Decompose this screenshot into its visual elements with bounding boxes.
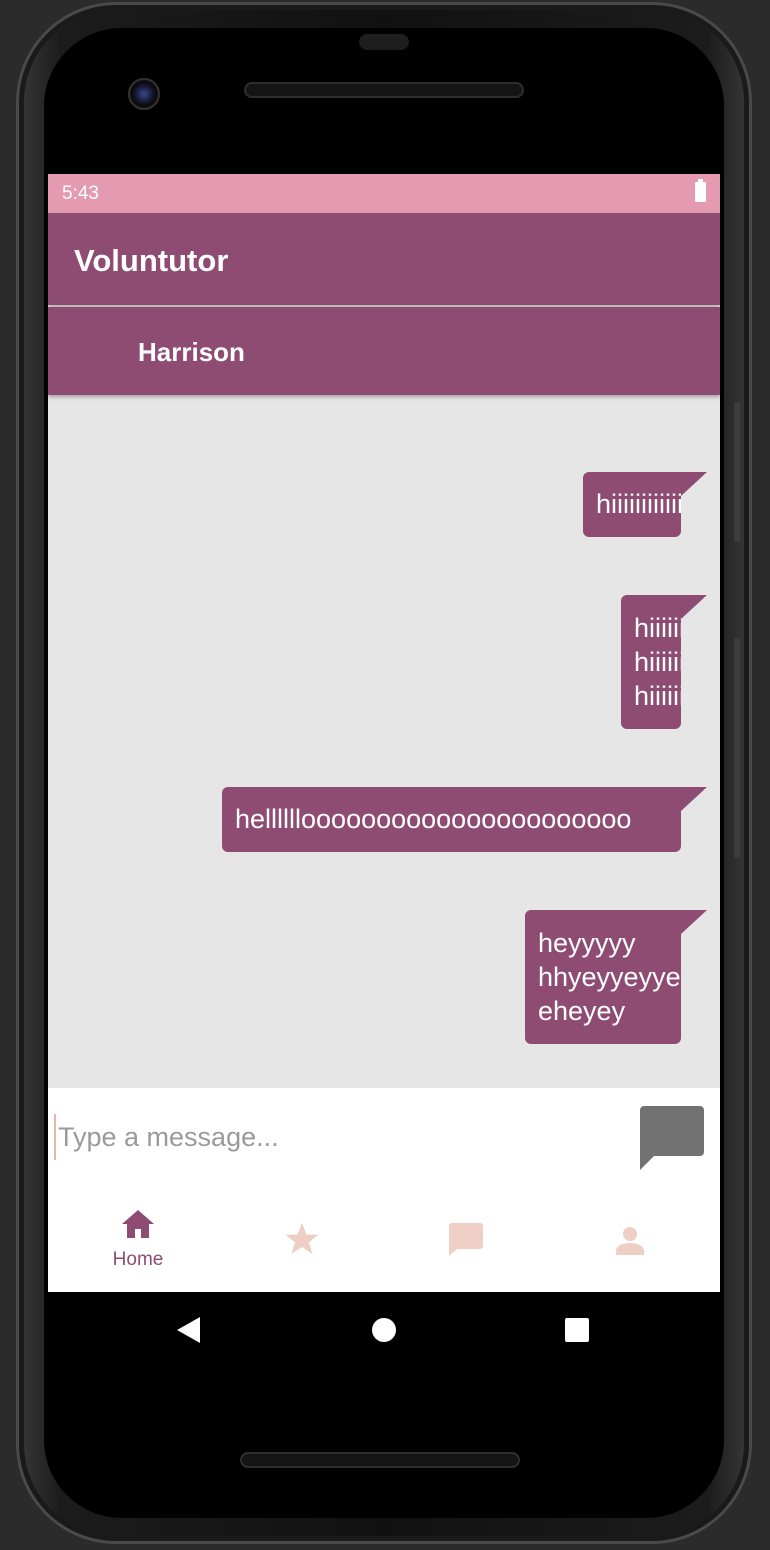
message-line: eheyey (538, 996, 626, 1026)
nav-item-messages[interactable] (384, 1190, 548, 1292)
bubble-tail (681, 910, 707, 934)
bottom-navigation: Home (48, 1190, 720, 1292)
star-icon (285, 1223, 319, 1254)
bubble-tail (681, 595, 707, 619)
message-bubble: helllllloooooooooooooooooooooo (222, 787, 681, 852)
nav-item-profile[interactable] (548, 1190, 712, 1292)
front-camera (128, 78, 160, 110)
bubble-tail (681, 472, 707, 496)
nav-label-home: Home (112, 1249, 164, 1270)
status-bar: 5:43 (48, 174, 720, 213)
bottom-speaker (240, 1452, 520, 1468)
message-bubble: heyyyyy hhyeyyeyyey eheyey (525, 910, 681, 1044)
battery-full-icon (695, 179, 706, 202)
power-button (734, 638, 740, 858)
chat-header: Harrison (48, 307, 720, 395)
earpiece-speaker (244, 82, 524, 98)
send-message-icon (640, 1106, 704, 1170)
volume-button (734, 402, 740, 542)
message-line: hhyeyyeyyey (538, 962, 681, 992)
message-line: heyyyyy (538, 928, 636, 958)
message-line: helllllloooooooooooooooooooooo (235, 804, 632, 834)
message-bubble: hiiiiiiiiiiiiii hiiiiiiiiiiiiii hiiiiiii… (621, 595, 681, 729)
message-line: hiiiiiiiiiiiiii (634, 681, 681, 711)
system-navigation-bar (48, 1292, 720, 1368)
contact-name: Harrison (138, 337, 245, 367)
app-bar: Voluntutor (48, 213, 720, 305)
app-title: Voluntutor (74, 243, 229, 278)
message-line: hiiiiiiiiiiii (596, 489, 681, 519)
send-button[interactable] (638, 1104, 706, 1172)
nav-item-favorites[interactable] (220, 1190, 384, 1292)
bubble-tail (681, 787, 707, 811)
message-input[interactable] (54, 1114, 620, 1160)
person-icon (616, 1227, 644, 1255)
chat-icon (449, 1223, 483, 1256)
message-line: hiiiiiiiiiiiiii (634, 613, 681, 643)
message-list[interactable]: hiiiiiiiiiiii hiiiiiiiiiiiiii hiiiiiiiii… (48, 395, 720, 1088)
message-bubble: hiiiiiiiiiiii (583, 472, 681, 537)
back-icon[interactable] (176, 1316, 202, 1344)
message-line: hiiiiiiiiiiiiii (634, 647, 681, 677)
recents-icon[interactable] (565, 1318, 589, 1342)
message-composer (48, 1088, 720, 1190)
status-time: 5:43 (62, 183, 99, 204)
home-icon (122, 1210, 154, 1238)
home-circle-icon[interactable] (371, 1317, 397, 1343)
proximity-sensor (359, 34, 409, 50)
nav-item-home[interactable]: Home (56, 1190, 220, 1292)
app-screen: 5:43 Voluntutor Harrison hiiiiiiiiiiii h… (48, 174, 720, 1292)
